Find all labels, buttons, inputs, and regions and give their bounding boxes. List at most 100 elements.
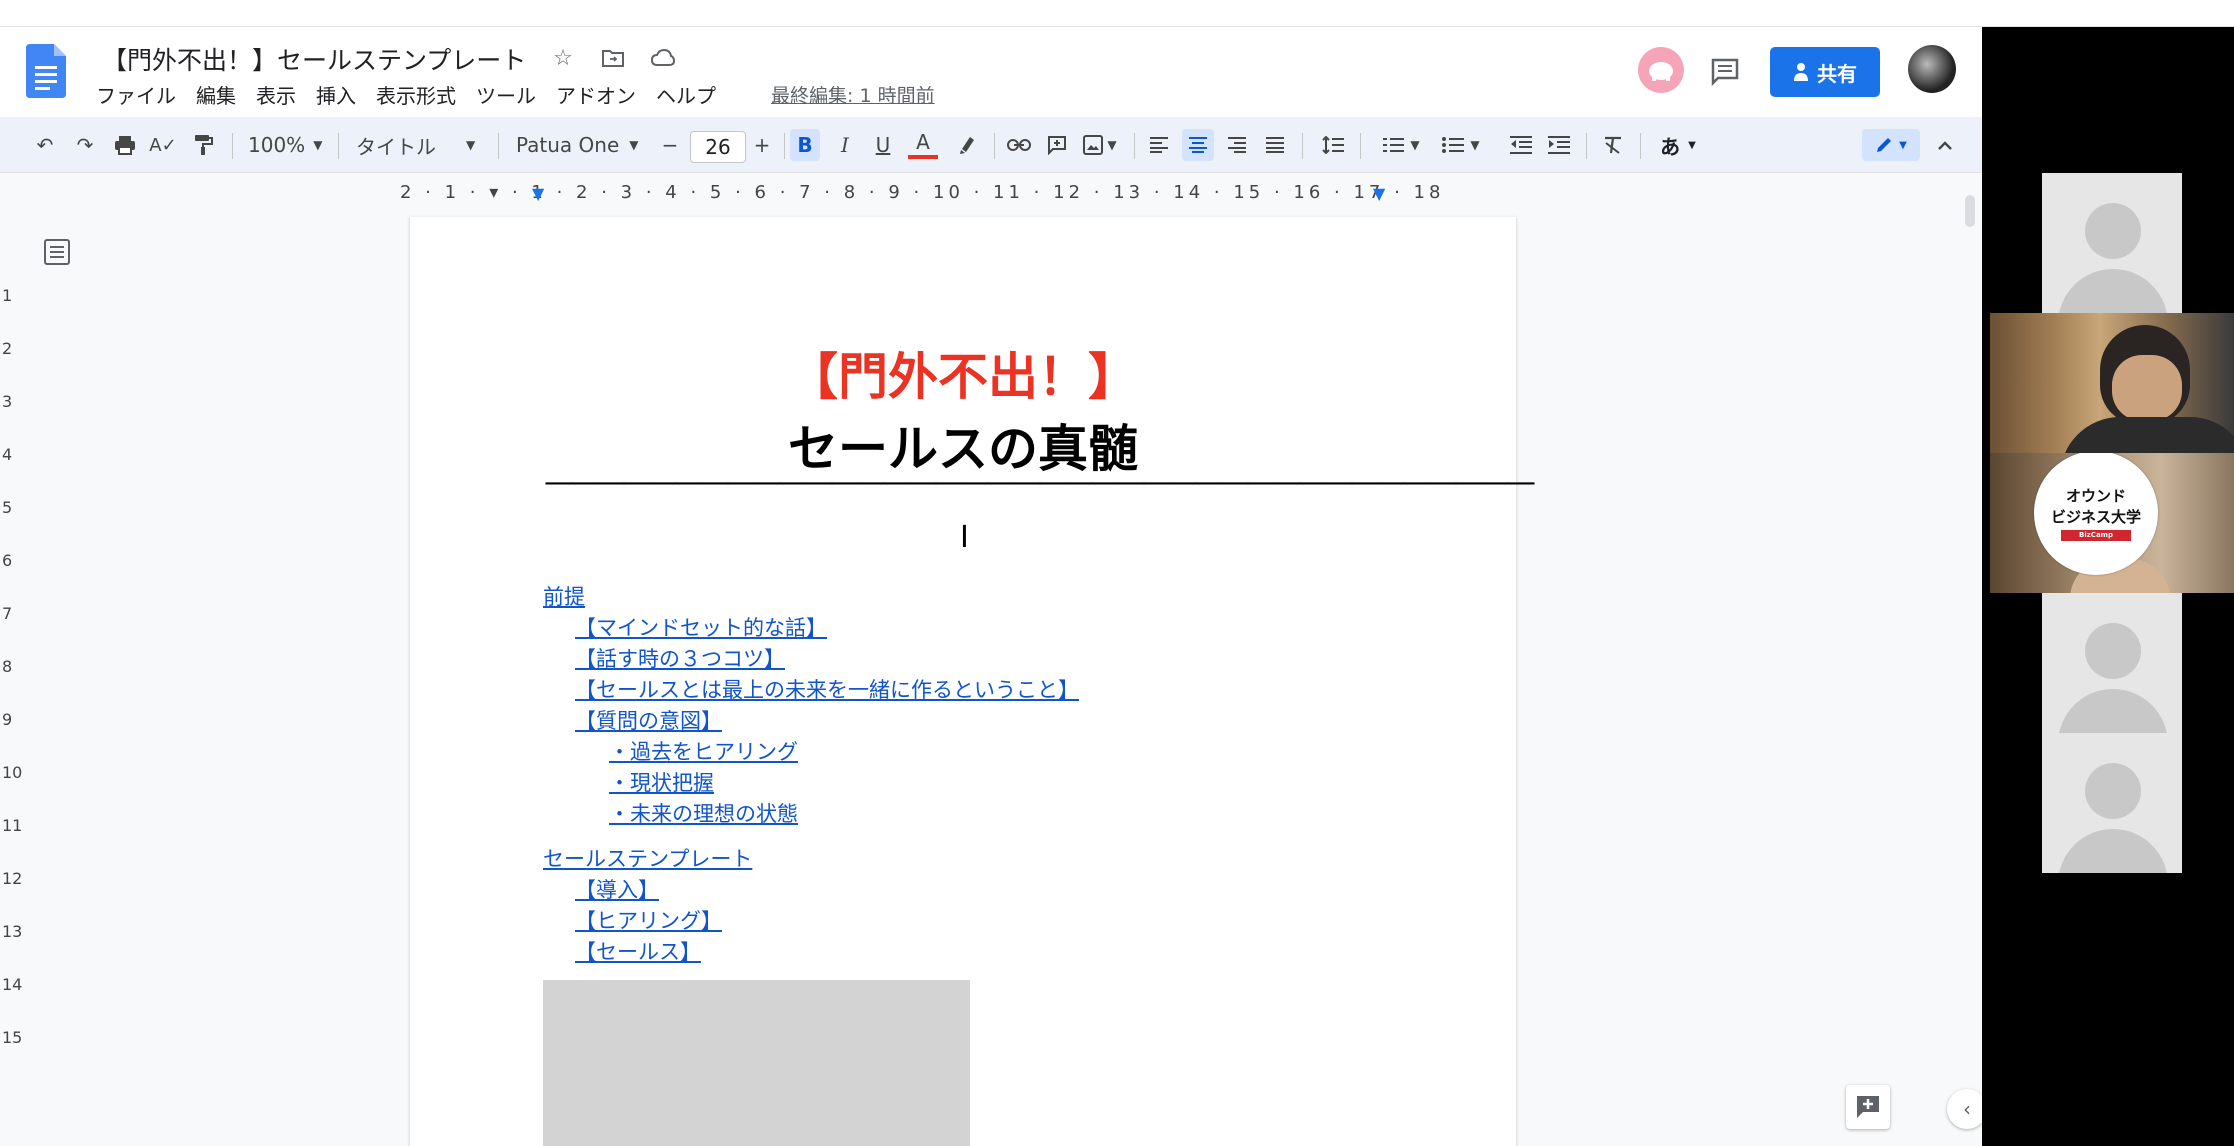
document-outline-icon[interactable] [42,237,72,267]
menu-addons[interactable]: アドオン [556,80,647,109]
side-panel-toggle[interactable]: ‹ [1947,1089,1982,1129]
bulleted-list-icon[interactable]: ▼ [1436,129,1486,161]
insert-link-icon[interactable] [1004,129,1034,161]
toc-link-sales-is[interactable]: 【セールスとは最上の未来を一緒に作るということ】 [575,675,1079,706]
vruler-tick: 10 [2,763,23,782]
print-icon[interactable] [110,129,140,161]
checklist-icon[interactable]: ▼ [1376,129,1426,161]
avatar-head-icon [2085,623,2141,679]
bold-button[interactable]: B [790,129,820,161]
collapse-menus-icon[interactable] [1930,129,1960,161]
logo-badge: BizCamp [2061,530,2131,541]
spellcheck-icon[interactable]: A✓ [148,129,178,161]
line-spacing-icon[interactable] [1318,129,1348,161]
vruler-tick: 3 [2,392,13,411]
document-page[interactable]: 【門外不出！】 セールスの真髄 ————————————————————————… [410,217,1536,1146]
decrease-indent-icon[interactable] [1506,129,1536,161]
chevron-down-icon: ▼ [1107,138,1117,152]
undo-icon[interactable]: ↶ [30,129,60,161]
menu-bar: ファイル 編集 表示 挿入 表示形式 ツール アドオン ヘルプ [96,80,736,109]
participant-placeholder [2042,593,2182,733]
vruler-tick: 2 [2,339,13,358]
screen: 【門外不出！】セールステンプレート ☆ ファイル 編集 表示 挿入 表示形式 ツ… [0,0,2234,1146]
text-color-button[interactable]: A [908,129,938,159]
add-comment-button[interactable] [1846,1085,1890,1129]
last-edit-link[interactable]: 最終編集: 1 時間前 [771,81,935,108]
align-center-icon[interactable] [1182,129,1214,161]
insert-image-icon[interactable]: ▼ [1080,129,1120,161]
chevron-down-icon: ▼ [1899,139,1907,151]
avatar-body-icon [2058,269,2168,313]
scrollbar-thumb[interactable] [1965,195,1975,227]
video-tile-placeholder[interactable] [1990,593,2234,733]
separator [498,133,499,159]
star-icon[interactable]: ☆ [548,43,578,73]
zoom-select[interactable]: 100% ▼ [248,129,328,161]
cloud-status-icon[interactable] [648,43,678,73]
toc-link-future-ideal[interactable]: ・未来の理想の状態 [609,799,1079,830]
docs-logo-icon[interactable] [26,44,66,98]
increase-font-size-button[interactable]: + [748,129,776,161]
comment-history-icon[interactable] [1706,52,1744,90]
paint-format-icon[interactable] [188,129,218,161]
vruler-tick: 5 [2,498,13,517]
underline-button[interactable]: U [868,129,898,161]
toc-link-current-state[interactable]: ・現状把握 [609,768,1079,799]
menu-insert[interactable]: 挿入 [316,80,367,109]
menu-tools[interactable]: ツール [476,80,547,109]
menu-view[interactable]: 表示 [256,80,307,109]
menu-file[interactable]: ファイル [96,80,187,109]
avatar-body-icon [2058,689,2168,733]
video-tile-placeholder[interactable] [1990,173,2234,313]
zoom-value: 100% [248,133,306,157]
collaborator-avatar[interactable] [1638,47,1684,93]
title-icons: ☆ [548,43,678,73]
toc-link-sales-template[interactable]: セールステンプレート [543,844,1079,875]
chevron-left-icon: ‹ [1963,1097,1971,1121]
toc-link-mindset[interactable]: 【マインドセット的な話】 [575,613,1079,644]
increase-indent-icon[interactable] [1544,129,1574,161]
toc-link-three-tips[interactable]: 【話す時の３つコツ】 [575,644,1079,675]
font-value: Patua One [516,133,620,157]
video-tile-placeholder[interactable] [1990,733,2234,873]
document-title[interactable]: 【門外不出！】セールステンプレート [102,41,526,77]
video-tile-participant-camera[interactable] [1990,313,2234,453]
font-select[interactable]: Patua One ▼ [516,129,646,161]
redo-icon[interactable]: ↷ [70,129,100,161]
menu-help[interactable]: ヘルプ [656,80,727,109]
separator [784,133,785,159]
toc-link-premise[interactable]: 前提 [543,582,1079,613]
menu-format[interactable]: 表示形式 [376,80,467,109]
italic-button[interactable]: I [830,129,860,161]
video-tile-branded[interactable]: オウンド ビジネス大学 BizCamp [1990,453,2234,593]
toc-link-question-intent[interactable]: 【質問の意図】 [575,706,1079,737]
move-folder-icon[interactable] [598,43,628,73]
pencil-icon [1877,138,1892,152]
clear-formatting-icon[interactable] [1598,129,1628,161]
align-right-icon[interactable] [1222,129,1252,161]
share-button[interactable]: 共有 [1770,47,1880,97]
account-avatar[interactable] [1908,45,1956,93]
menu-edit[interactable]: 編集 [196,80,247,109]
input-tools-select[interactable]: あ ▼ [1650,129,1706,161]
align-left-icon[interactable] [1144,129,1174,161]
toc-link-hearing[interactable]: 【ヒアリング】 [575,906,1079,937]
add-comment-icon[interactable] [1042,129,1072,161]
google-docs-window: 【門外不出！】セールステンプレート ☆ ファイル 編集 表示 挿入 表示形式 ツ… [0,27,1982,1146]
toc-link-sales[interactable]: 【セールス】 [575,937,1079,968]
redacted-image-block [543,980,970,1146]
highlight-icon[interactable] [952,129,982,161]
toc-link-intro[interactable]: 【導入】 [575,875,1079,906]
editing-mode-select[interactable]: ▼ [1862,129,1920,161]
divider-line: —————————————————————————————————————— [544,465,1536,500]
font-size-input[interactable]: 26 [690,131,746,163]
separator [338,133,339,159]
justify-icon[interactable] [1260,129,1290,161]
toc-link-past-hearing[interactable]: ・過去をヒアリング [609,737,1079,768]
right-indent-marker[interactable]: ▼ [1373,184,1389,203]
indent-marker[interactable]: ▼ [532,184,548,203]
decrease-font-size-button[interactable]: − [656,129,684,161]
chevron-down-icon: ▼ [1410,138,1420,152]
style-select[interactable]: タイトル ▼ [356,129,486,161]
person-icon [1794,63,1808,81]
